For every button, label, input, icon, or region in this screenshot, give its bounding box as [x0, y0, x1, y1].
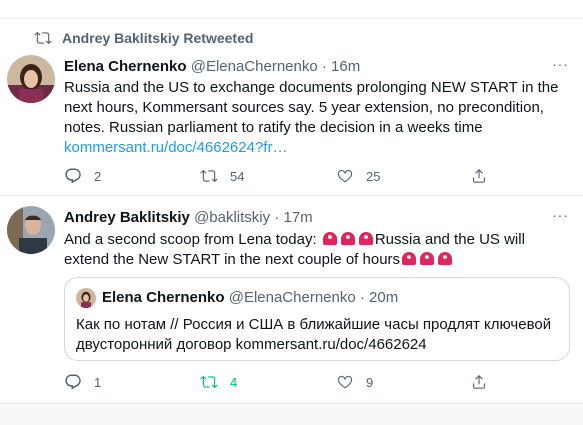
top-divider-band — [0, 0, 583, 19]
share-button[interactable] — [470, 373, 488, 391]
like-button[interactable]: 9 — [336, 373, 373, 391]
dot-separator: · — [359, 289, 365, 306]
like-count: 25 — [366, 168, 381, 184]
siren-emoji — [402, 252, 417, 265]
avatar-elena-image — [7, 55, 55, 103]
share-icon — [473, 374, 485, 389]
like-icon — [337, 169, 353, 183]
tweet-time[interactable]: 17m — [283, 209, 312, 226]
author-handle[interactable]: @baklitskiy — [194, 209, 270, 226]
retweet-button[interactable]: 54 — [200, 167, 244, 185]
siren-emoji — [358, 232, 373, 245]
siren-emoji — [340, 232, 355, 245]
retweet-context-label: Andrey Baklitskiy Retweeted — [62, 30, 254, 46]
author-handle[interactable]: @ElenaChernenko — [191, 58, 318, 75]
retweet-icon — [34, 31, 52, 45]
tweet-text-content: Russia and the US to exchange documents … — [64, 79, 559, 136]
reply-button[interactable]: 2 — [64, 167, 101, 185]
tweet-text: And a second scoop from Lena today: Russ… — [64, 230, 569, 270]
author-name[interactable]: Elena Chernenko — [64, 58, 187, 75]
retweet-count: 4 — [230, 374, 238, 390]
retweet-icon — [200, 375, 218, 389]
share-icon — [473, 168, 485, 183]
reply-icon — [65, 374, 81, 390]
avatar[interactable] — [7, 206, 55, 254]
retweet-icon — [200, 169, 218, 183]
quoted-author-name: Elena Chernenko — [102, 289, 225, 306]
siren-emoji — [438, 252, 453, 265]
author-name[interactable]: Andrey Baklitskiy — [64, 209, 190, 226]
quoted-author-handle: @ElenaChernenko — [228, 289, 356, 306]
quoted-tweet[interactable]: Elena Chernenko @ElenaChernenko · 20m Ка… — [64, 277, 570, 361]
tweet-text: Russia and the US to exchange documents … — [64, 78, 569, 158]
reply-count: 1 — [94, 374, 102, 390]
more-icon[interactable]: ··· — [552, 207, 569, 223]
siren-emoji — [420, 252, 435, 265]
quoted-tweet-text: Как по нотам // Россия и США в ближайшие… — [76, 316, 552, 353]
dot-separator: · — [321, 58, 327, 75]
avatar-andrey-image — [7, 206, 55, 254]
avatar[interactable] — [76, 288, 96, 308]
tweet-actions: 1 4 9 — [64, 373, 504, 393]
share-button[interactable] — [470, 167, 488, 185]
reply-button[interactable]: 1 — [64, 373, 101, 391]
retweet-button-active[interactable]: 4 — [200, 373, 237, 391]
tweet-header: Elena Chernenko @ElenaChernenko · 16m — [64, 58, 360, 75]
more-icon[interactable]: ··· — [552, 56, 569, 72]
tweet-header: Andrey Baklitskiy @baklitskiy · 17m — [64, 209, 313, 226]
siren-emoji — [322, 232, 337, 245]
like-button[interactable]: 25 — [336, 167, 380, 185]
tweet-text-part1: And a second scoop from Lena today: — [64, 231, 317, 248]
tweet-divider — [0, 195, 583, 196]
retweet-count: 54 — [230, 168, 245, 184]
reply-icon — [65, 168, 81, 184]
avatar[interactable] — [7, 55, 55, 103]
tweet-actions: 2 54 25 — [64, 167, 504, 187]
avatar-elena-image — [76, 288, 96, 308]
bottom-divider-band — [0, 403, 583, 425]
quoted-tweet-time: 20m — [369, 289, 399, 306]
tweet-time[interactable]: 16m — [331, 58, 360, 75]
like-count: 9 — [366, 374, 374, 390]
reply-count: 2 — [94, 168, 102, 184]
dot-separator: · — [274, 209, 280, 226]
like-icon — [337, 375, 353, 389]
tweet-link[interactable]: kommersant.ru/doc/4662624?fr… — [64, 139, 287, 156]
quoted-tweet-header: Elena Chernenko @ElenaChernenko · 20m — [102, 289, 398, 306]
retweet-context[interactable]: Andrey Baklitskiy Retweeted — [34, 29, 253, 47]
